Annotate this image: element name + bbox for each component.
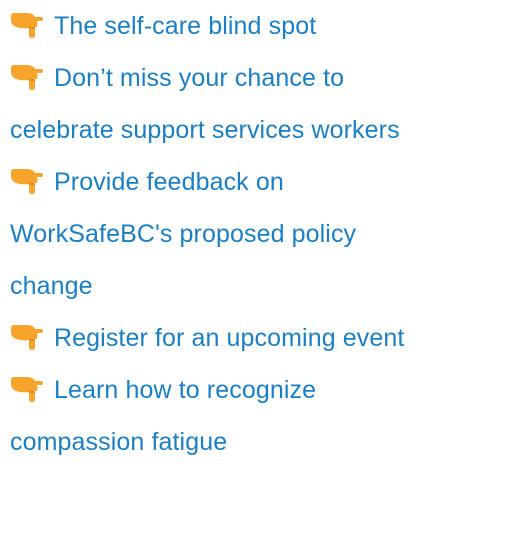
pointing-down-hand-icon: [10, 375, 43, 402]
link-text[interactable]: change: [10, 272, 93, 300]
link-item-support-workers[interactable]: Don’t miss your chance to: [10, 52, 506, 104]
link-text[interactable]: The self-care blind spot: [54, 12, 316, 40]
link-item-compassion-fatigue-cont[interactable]: compassion fatigue: [10, 416, 506, 468]
link-item-policy-feedback-cont[interactable]: WorkSafeBC's proposed policy: [10, 208, 506, 260]
link-item-compassion-fatigue[interactable]: Learn how to recognize: [10, 364, 506, 416]
link-text[interactable]: WorkSafeBC's proposed policy: [10, 220, 356, 248]
link-text[interactable]: compassion fatigue: [10, 428, 227, 456]
link-item-support-workers-cont[interactable]: celebrate support services workers: [10, 104, 506, 156]
link-text[interactable]: Learn how to recognize: [54, 376, 316, 404]
link-item-self-care[interactable]: The self-care blind spot: [10, 0, 506, 52]
link-text[interactable]: celebrate support services workers: [10, 116, 400, 144]
link-text[interactable]: Provide feedback on: [54, 168, 284, 196]
link-item-upcoming-event[interactable]: Register for an upcoming event: [10, 312, 506, 364]
pointing-down-hand-icon: [10, 167, 43, 194]
pointing-down-hand-icon: [10, 323, 43, 350]
pointing-down-hand-icon: [10, 11, 43, 38]
link-text[interactable]: Don’t miss your chance to: [54, 64, 344, 92]
newsletter-link-list: The self-care blind spot Don’t miss your…: [10, 0, 506, 468]
link-text[interactable]: Register for an upcoming event: [54, 324, 404, 352]
link-item-policy-feedback[interactable]: Provide feedback on: [10, 156, 506, 208]
pointing-down-hand-icon: [10, 63, 43, 90]
link-item-policy-feedback-cont[interactable]: change: [10, 260, 506, 312]
